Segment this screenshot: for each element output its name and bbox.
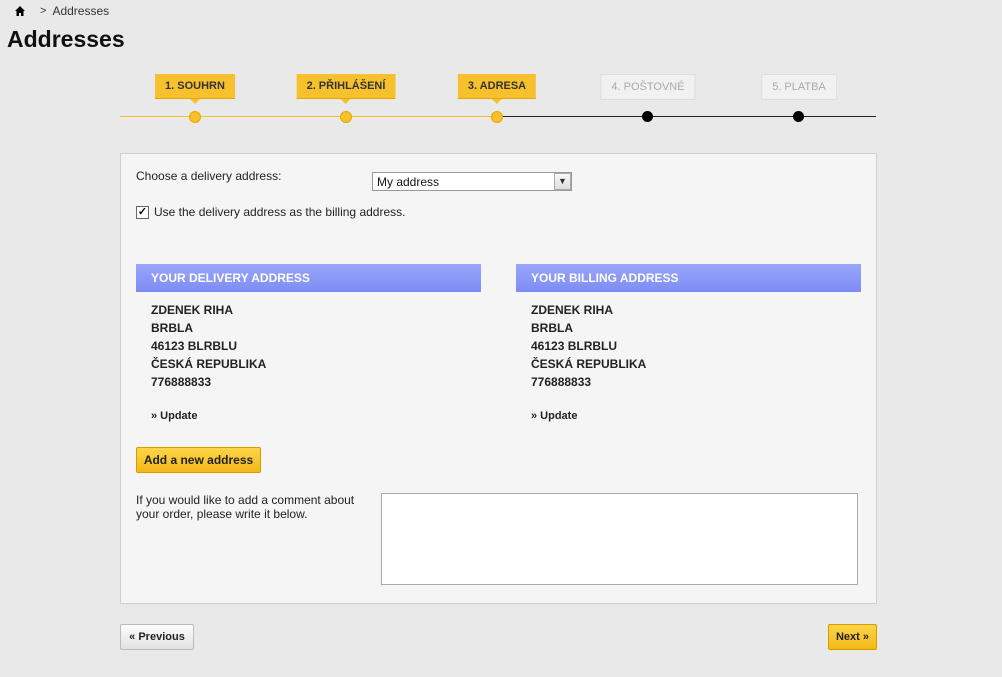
- same-billing-checkbox[interactable]: ✓: [136, 205, 149, 219]
- delivery-country: ČESKÁ REPUBLIKA: [151, 357, 267, 371]
- same-billing-label: Use the delivery address as the billing …: [154, 205, 406, 219]
- chevron-down-icon[interactable]: ▼: [554, 173, 571, 190]
- choose-address-label: Choose a delivery address:: [136, 169, 282, 183]
- delivery-city: 46123 BLRBLU: [151, 339, 238, 353]
- delivery-street: BRBLA: [151, 321, 193, 335]
- step-label: 2. PŘIHLÁŠENÍ: [296, 74, 396, 104]
- step-dot: [793, 111, 804, 122]
- breadcrumb-current: Addresses: [52, 4, 110, 18]
- page-title: Addresses: [7, 26, 125, 52]
- add-address-button[interactable]: Add a new address: [136, 447, 261, 473]
- comment-textarea[interactable]: [381, 493, 858, 585]
- comment-label: If you would like to add a comment about…: [136, 493, 355, 521]
- same-billing-row[interactable]: ✓ Use the delivery address as the billin…: [136, 205, 405, 219]
- step-label: 5. PLATBA: [761, 74, 837, 100]
- step-dot: [341, 112, 351, 122]
- breadcrumb: > Addresses: [14, 4, 109, 18]
- delivery-address-lines: ZDENEK RIHA BRBLA 46123 BLRBLU ČESKÁ REP…: [151, 301, 481, 391]
- billing-phone: 776888833: [531, 375, 592, 389]
- billing-country: ČESKÁ REPUBLIKA: [531, 357, 647, 371]
- delivery-name: ZDENEK RIHA: [151, 303, 234, 317]
- delivery-address-select[interactable]: My address ▼: [372, 172, 572, 191]
- home-icon[interactable]: [14, 5, 26, 17]
- checkout-steps: 1. SOUHRN 2. PŘIHLÁŠENÍ 3. ADRESA 4. POŠ…: [120, 72, 876, 132]
- billing-address-heading: YOUR BILLING ADDRESS: [516, 264, 861, 292]
- steps-remaining-line: [497, 116, 876, 117]
- selected-address: My address: [377, 175, 440, 189]
- delivery-address-box: YOUR DELIVERY ADDRESS ZDENEK RIHA BRBLA …: [136, 264, 481, 422]
- steps-progress-line: [120, 116, 497, 117]
- delivery-update-link[interactable]: » Update: [151, 410, 481, 422]
- billing-address-lines: ZDENEK RIHA BRBLA 46123 BLRBLU ČESKÁ REP…: [531, 301, 861, 391]
- step-dot: [492, 112, 502, 122]
- address-panel: Choose a delivery address: My address ▼ …: [120, 153, 877, 604]
- breadcrumb-separator: >: [40, 5, 47, 17]
- billing-city: 46123 BLRBLU: [531, 339, 618, 353]
- previous-button[interactable]: « Previous: [120, 624, 194, 650]
- delivery-address-heading: YOUR DELIVERY ADDRESS: [136, 264, 481, 292]
- step-dot: [190, 112, 200, 122]
- billing-street: BRBLA: [531, 321, 573, 335]
- step-dot: [642, 111, 653, 122]
- billing-address-box: YOUR BILLING ADDRESS ZDENEK RIHA BRBLA 4…: [516, 264, 861, 422]
- billing-name: ZDENEK RIHA: [531, 303, 614, 317]
- step-label: 1. SOUHRN: [155, 74, 235, 104]
- billing-update-link[interactable]: » Update: [531, 410, 861, 422]
- delivery-phone: 776888833: [151, 375, 212, 389]
- step-label: 4. POŠTOVNÉ: [600, 74, 696, 100]
- step-label: 3. ADRESA: [457, 74, 537, 104]
- next-button[interactable]: Next »: [828, 624, 877, 650]
